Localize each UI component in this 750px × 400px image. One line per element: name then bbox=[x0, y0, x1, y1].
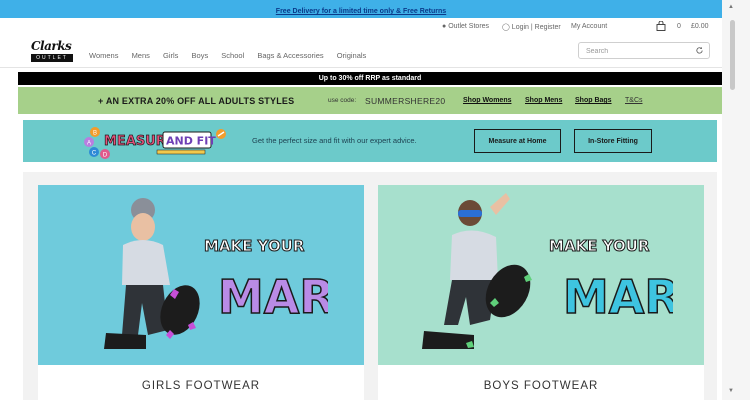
free-delivery-link[interactable]: Free Delivery for a limited time only & … bbox=[276, 8, 446, 15]
delivery-banner: Free Delivery for a limited time only & … bbox=[0, 0, 722, 18]
utility-bar: ● Outlet Stores ◯ Login | Register My Ac… bbox=[0, 18, 722, 36]
bag-count: 0 bbox=[677, 23, 681, 30]
search-box bbox=[578, 42, 710, 59]
nav-girls[interactable]: Girls bbox=[163, 51, 178, 60]
promo-headline: + AN EXTRA 20% OFF ALL ADULTS STYLES bbox=[98, 96, 295, 106]
measure-and-fit-banner: A B C D MEASURE AND FIT Get the perfect … bbox=[23, 120, 717, 162]
boys-footwear-label[interactable]: BOYS FOOTWEAR bbox=[378, 365, 704, 400]
scrollbar-thumb[interactable] bbox=[730, 20, 735, 90]
measure-and-fit-logo: A B C D MEASURE AND FIT bbox=[84, 127, 226, 159]
category-section: MAKE YOUR MARK GIRLS FOOTWEAR MAKE YOUR bbox=[23, 172, 717, 400]
shop-womens-link[interactable]: Shop Womens bbox=[463, 97, 511, 104]
nav-womens[interactable]: Womens bbox=[89, 51, 118, 60]
promo-use-code-label: use code: bbox=[328, 97, 357, 104]
shop-bags-link[interactable]: Shop Bags bbox=[575, 97, 612, 104]
svg-text:MARK: MARK bbox=[563, 270, 673, 323]
adult-styles-promo: + AN EXTRA 20% OFF ALL ADULTS STYLES use… bbox=[18, 87, 722, 114]
search-icon[interactable] bbox=[695, 46, 704, 55]
outlet-stores-link[interactable]: ● Outlet Stores bbox=[442, 23, 489, 30]
girls-footwear-card[interactable]: MAKE YOUR MARK GIRLS FOOTWEAR bbox=[38, 185, 364, 400]
location-pin-icon: ● bbox=[442, 23, 447, 30]
svg-text:D: D bbox=[103, 153, 108, 159]
my-account-link[interactable]: My Account bbox=[571, 23, 607, 30]
svg-text:A: A bbox=[87, 141, 91, 147]
nav-boys[interactable]: Boys bbox=[192, 51, 209, 60]
search-input[interactable] bbox=[586, 46, 686, 56]
shopping-bag-icon[interactable] bbox=[656, 21, 666, 31]
user-icon: ◯ bbox=[502, 24, 510, 31]
shop-mens-link[interactable]: Shop Mens bbox=[525, 97, 562, 104]
svg-text:MAKE YOUR: MAKE YOUR bbox=[204, 237, 305, 255]
nav-mens[interactable]: Mens bbox=[132, 51, 150, 60]
boys-footwear-image: MAKE YOUR MARK bbox=[378, 185, 704, 365]
girls-footwear-label[interactable]: GIRLS FOOTWEAR bbox=[38, 365, 364, 400]
svg-text:MARK: MARK bbox=[218, 270, 328, 323]
bag-total: £0.00 bbox=[691, 23, 709, 30]
nav-bags-accessories[interactable]: Bags & Accessories bbox=[257, 51, 323, 60]
girls-footwear-image: MAKE YOUR MARK bbox=[38, 185, 364, 365]
svg-text:B: B bbox=[93, 131, 97, 137]
nav-school[interactable]: School bbox=[221, 51, 244, 60]
measure-at-home-button[interactable]: Measure at Home bbox=[474, 129, 561, 153]
make-your-mark-graphic: MAKE YOUR MARK bbox=[204, 237, 329, 324]
svg-text:C: C bbox=[92, 151, 97, 157]
in-store-fitting-button[interactable]: In-Store Fitting bbox=[574, 129, 652, 153]
scroll-down-icon[interactable]: ▼ bbox=[728, 388, 734, 394]
page-scrollbar[interactable]: ▲ ▼ bbox=[722, 0, 750, 400]
boys-footwear-card[interactable]: MAKE YOUR MARK BOYS FOOTWEAR bbox=[378, 185, 704, 400]
promo-code: SUMMERSHERE20 bbox=[365, 96, 446, 106]
main-nav: Womens Mens Girls Boys School Bags & Acc… bbox=[89, 51, 377, 60]
svg-text:AND FIT: AND FIT bbox=[166, 135, 216, 148]
terms-link[interactable]: T&Cs bbox=[625, 97, 643, 104]
scroll-up-icon[interactable]: ▲ bbox=[728, 4, 734, 10]
measure-description: Get the perfect size and fit with our ex… bbox=[252, 136, 417, 145]
make-your-mark-graphic: MAKE YOUR MARK bbox=[549, 237, 674, 324]
nav-originals[interactable]: Originals bbox=[337, 51, 367, 60]
rrp-promo-banner: Up to 30% off RRP as standard bbox=[18, 72, 722, 85]
svg-text:MAKE YOUR: MAKE YOUR bbox=[549, 237, 650, 255]
clarks-outlet-logo[interactable]: Clarks OUTLET bbox=[31, 39, 73, 62]
login-register-link[interactable]: ◯ Login | Register bbox=[502, 23, 561, 31]
